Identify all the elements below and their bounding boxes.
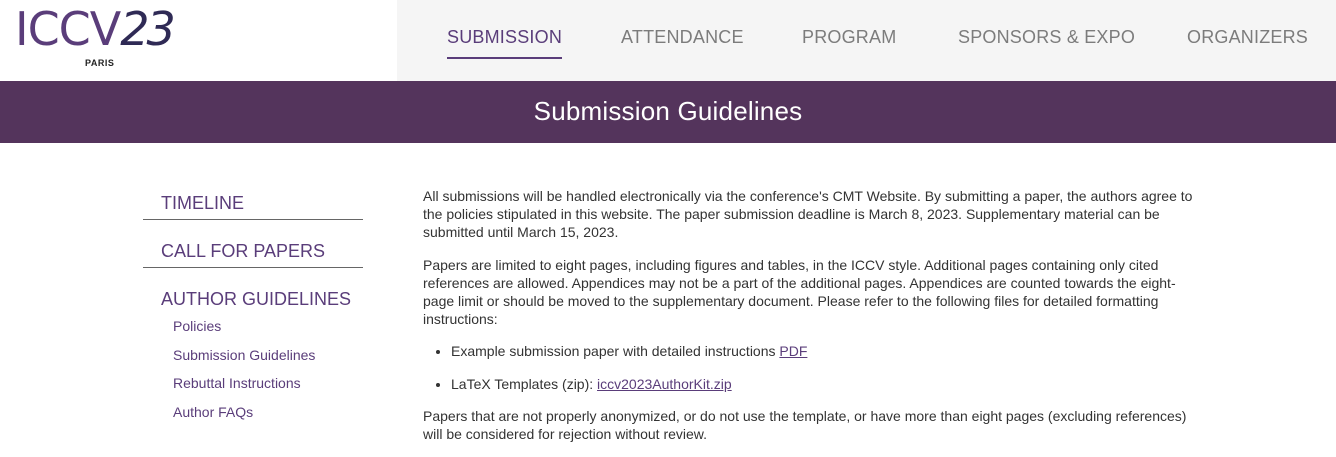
sidebar-link-policies[interactable]: Policies xyxy=(173,312,363,341)
list-item: Example submission paper with detailed i… xyxy=(451,342,1198,360)
nav-organizers[interactable]: ORGANIZERS xyxy=(1187,27,1308,48)
sidebar-item-timeline[interactable]: TIMELINE xyxy=(143,186,363,220)
resource-list: Example submission paper with detailed i… xyxy=(423,342,1198,392)
author-kit-link[interactable]: iccv2023AuthorKit.zip xyxy=(597,376,732,392)
sidebar: TIMELINE CALL FOR PAPERS AUTHOR GUIDELIN… xyxy=(143,186,363,426)
nav-submission[interactable]: SUBMISSION xyxy=(447,27,563,59)
sidebar-link-rebuttal-instructions[interactable]: Rebuttal Instructions xyxy=(173,369,363,398)
nav-program-label: PROGRAM xyxy=(802,27,897,47)
main-nav: SUBMISSION ATTENDANCE PROGRAM SPONSORS &… xyxy=(397,0,1336,81)
page-limit-paragraph: Papers are limited to eight pages, inclu… xyxy=(423,256,1176,328)
sidebar-link-submission-guidelines[interactable]: Submission Guidelines xyxy=(173,341,363,370)
sidebar-link-author-faqs[interactable]: Author FAQs xyxy=(173,398,363,427)
sidebar-item-author-guidelines[interactable]: AUTHOR GUIDELINES xyxy=(143,282,363,311)
nav-active-underline xyxy=(447,57,563,59)
nav-sponsors-expo[interactable]: SPONSORS & EXPO xyxy=(958,27,1135,48)
iccv-logo[interactable]: ICCV23 PARIS xyxy=(15,2,185,72)
nav-attendance-label: ATTENDANCE xyxy=(621,27,744,47)
logo-wordmark: ICCV23 xyxy=(15,2,176,56)
main-content: All submissions will be handled electron… xyxy=(423,187,1198,457)
site-header: ICCV23 PARIS SUBMISSION ATTENDANCE PROGR… xyxy=(0,0,1336,81)
nav-attendance[interactable]: ATTENDANCE xyxy=(621,27,744,48)
list-item: LaTeX Templates (zip): iccv2023AuthorKit… xyxy=(451,375,1198,393)
logo-main-text: ICCV xyxy=(15,2,121,56)
rejection-paragraph: Papers that are not properly anonymized,… xyxy=(423,407,1187,443)
logo-year-text: 23 xyxy=(120,2,176,56)
nav-submission-label: SUBMISSION xyxy=(447,27,563,47)
bullet-text: LaTeX Templates (zip): xyxy=(451,375,598,392)
bullet-text: Example submission paper with detailed i… xyxy=(451,343,780,360)
intro-paragraph: All submissions will be handled electron… xyxy=(423,188,1193,241)
logo-area: ICCV23 PARIS xyxy=(0,0,397,81)
page-banner: Submission Guidelines xyxy=(0,81,1336,143)
pdf-link[interactable]: PDF xyxy=(779,343,807,359)
sidebar-sublinks: Policies Submission Guidelines Rebuttal … xyxy=(143,312,363,426)
nav-organizers-label: ORGANIZERS xyxy=(1187,27,1309,47)
page-title: Submission Guidelines xyxy=(533,96,803,126)
nav-program[interactable]: PROGRAM xyxy=(802,27,896,48)
logo-subtitle: PARIS xyxy=(85,58,115,68)
nav-sponsors-expo-label: SPONSORS & EXPO xyxy=(958,27,1136,47)
sidebar-item-call-for-papers[interactable]: CALL FOR PAPERS xyxy=(143,234,363,268)
